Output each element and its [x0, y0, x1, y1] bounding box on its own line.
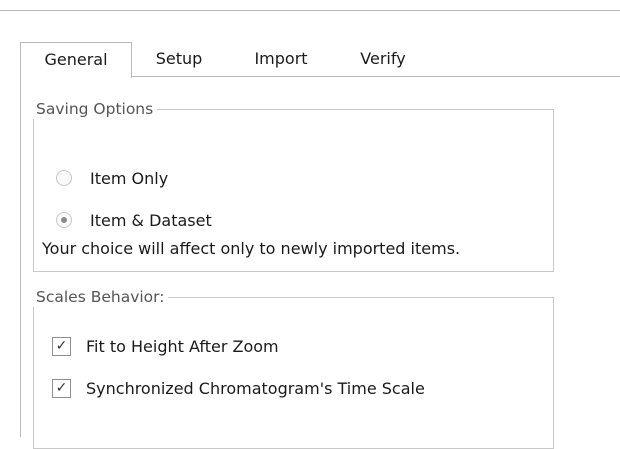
checkmark-icon[interactable]: ✓	[52, 337, 71, 356]
checkbox-fit-to-height-label: Fit to Height After Zoom	[86, 337, 279, 356]
tab-general[interactable]: General	[20, 42, 132, 78]
radio-button-item-only[interactable]	[56, 170, 72, 186]
general-tab-panel: Saving Options Item Only Item & Dataset …	[20, 76, 620, 449]
top-divider	[0, 10, 620, 11]
saving-options-note: Your choice will affect only to newly im…	[42, 239, 461, 258]
tab-verify[interactable]: Verify	[342, 42, 424, 75]
checkbox-sync-time-scale-label: Synchronized Chromatogram's Time Scale	[86, 379, 425, 398]
radio-item-only-label: Item Only	[90, 169, 169, 188]
tab-setup[interactable]: Setup	[136, 42, 222, 75]
saving-options-legend: Saving Options	[33, 99, 158, 119]
scales-behavior-legend: Scales Behavior:	[33, 287, 169, 307]
radio-button-item-dataset[interactable]	[56, 212, 72, 228]
checkmark-icon[interactable]: ✓	[52, 379, 71, 398]
saving-options-group: Saving Options Item Only Item & Dataset …	[33, 99, 554, 272]
tab-import[interactable]: Import	[236, 42, 326, 75]
scales-behavior-group: Scales Behavior: ✓ Fit to Height After Z…	[33, 287, 554, 449]
radio-item-dataset-label: Item & Dataset	[90, 211, 212, 230]
